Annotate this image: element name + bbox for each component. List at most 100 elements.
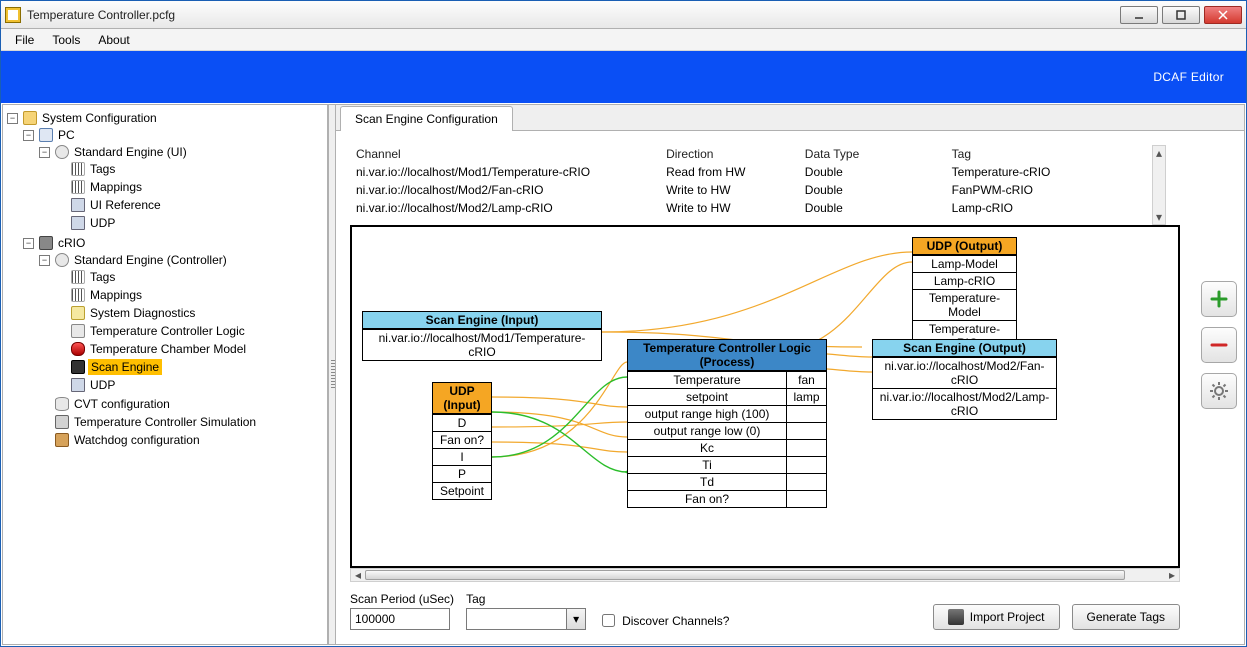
window-title: Temperature Controller.pcfg [27,8,1120,22]
block-header: UDP (Output) [913,238,1016,255]
table-row[interactable]: ni.var.io://localhost/Mod2/Fan-cRIOWrite… [350,181,1166,199]
discover-checkbox-input[interactable] [602,614,615,627]
db-icon [55,397,69,411]
titlebar[interactable]: Temperature Controller.pcfg [1,1,1246,29]
thermometer-icon [71,342,85,356]
close-button[interactable] [1204,6,1242,24]
tree-crio-engine[interactable]: −Standard Engine (Controller) [39,252,325,268]
discover-channels-checkbox[interactable]: Discover Channels? [598,611,729,630]
table-scrollbar[interactable]: ▴▾ [1152,145,1166,225]
monitor-icon [71,198,85,212]
tree-crio-sim[interactable]: Temperature Controller Simulation [39,414,325,430]
wrench-icon [71,306,85,320]
minimize-button[interactable] [1120,6,1158,24]
block-scan-input[interactable]: Scan Engine (Input) ni.var.io://localhos… [362,311,602,361]
block-process[interactable]: Temperature Controller Logic (Process) T… [627,339,827,508]
pc-icon [39,128,53,142]
remove-button[interactable] [1201,327,1237,363]
th-datatype[interactable]: Data Type [799,145,946,163]
th-channel[interactable]: Channel [350,145,660,163]
tab-body: Channel Direction Data Type Tag ni.var.i… [336,131,1244,644]
tree-crio-sysdiag[interactable]: System Diagnostics [55,305,325,321]
import-project-button[interactable]: Import Project [933,604,1060,630]
maximize-button[interactable] [1162,6,1200,24]
tree-pc[interactable]: −PC [23,127,325,143]
menu-about[interactable]: About [90,31,137,49]
watchdog-icon [55,433,69,447]
banner-title: DCAF Editor [1153,70,1224,84]
table-row[interactable]: ni.var.io://localhost/Mod1/Temperature-c… [350,163,1166,181]
tree-crio-udp[interactable]: UDP [55,377,325,393]
tree-root[interactable]: −System Configuration [7,110,325,126]
table-row[interactable]: ni.var.io://localhost/Mod2/Lamp-cRIOWrit… [350,199,1166,217]
scroll-left-icon[interactable]: ◂ [351,568,365,582]
channel-table[interactable]: Channel Direction Data Type Tag ni.var.i… [350,145,1166,217]
tree-pc-mappings[interactable]: Mappings [55,179,325,195]
tab-row: Scan Engine Configuration [336,105,1244,131]
th-direction[interactable]: Direction [660,145,799,163]
tag-label: Tag [466,592,586,606]
tag-field: Tag ▾ [466,592,586,630]
chip-icon [55,415,69,429]
menubar: File Tools About [1,29,1246,51]
settings-button[interactable] [1201,373,1237,409]
scan-period-field: Scan Period (uSec) [350,592,454,630]
bottom-controls: Scan Period (uSec) Tag ▾ Di [350,582,1180,630]
monitor-icon [71,216,85,230]
tree-crio-cvt[interactable]: CVT configuration [39,396,325,412]
content: Channel Direction Data Type Tag ni.var.i… [336,131,1194,644]
tag-input[interactable] [466,608,566,630]
tree-pane[interactable]: −System Configuration −PC −Standard Engi… [3,105,328,644]
menu-tools[interactable]: Tools [44,31,88,49]
diagram-hscroll[interactable]: ◂ ▸ [350,568,1180,582]
dots-icon [71,270,85,284]
gear-icon [1209,381,1229,401]
scan-period-input[interactable] [350,608,450,630]
scroll-down-icon[interactable]: ▾ [1153,210,1165,224]
tree-pc-tags[interactable]: Tags [55,161,325,177]
cog-icon [71,324,85,338]
diagram-canvas[interactable]: Scan Engine (Input) ni.var.io://localhos… [350,225,1180,568]
add-button[interactable] [1201,281,1237,317]
block-header: Scan Engine (Input) [363,312,601,329]
splitter[interactable] [328,105,336,644]
discover-label: Discover Channels? [622,614,729,628]
import-icon [948,609,964,625]
scroll-right-icon[interactable]: ▸ [1165,568,1179,582]
tree-crio-tags[interactable]: Tags [55,269,325,285]
block-scan-output[interactable]: Scan Engine (Output) ni.var.io://localho… [872,339,1057,420]
block-udp-input[interactable]: UDP (Input) D Fan on? I P Setpoint [432,382,492,500]
generate-tags-button[interactable]: Generate Tags [1072,604,1181,630]
tab-scan-engine[interactable]: Scan Engine Configuration [340,106,513,131]
tree-pc-udp[interactable]: UDP [55,215,325,231]
tree-crio-watchdog[interactable]: Watchdog configuration [39,432,325,448]
dots-icon [71,180,85,194]
monitor-icon [71,378,85,392]
tree-crio-model[interactable]: Temperature Chamber Model [55,341,325,357]
scroll-thumb[interactable] [365,570,1125,580]
menu-file[interactable]: File [7,31,42,49]
dots-icon [71,162,85,176]
tag-dropdown-button[interactable]: ▾ [566,608,586,630]
app-window: Temperature Controller.pcfg File Tools A… [0,0,1247,647]
tree-crio-mappings[interactable]: Mappings [55,287,325,303]
window-buttons [1120,6,1242,24]
tree-pc-uiref[interactable]: UI Reference [55,197,325,213]
block-header: Temperature Controller Logic (Process) [628,340,826,371]
table-header-row: Channel Direction Data Type Tag [350,145,1166,163]
tree-pc-engine[interactable]: −Standard Engine (UI) [39,144,325,160]
block-udp-output[interactable]: UDP (Output) Lamp-Model Lamp-cRIO Temper… [912,237,1017,352]
channel-table-wrap: Channel Direction Data Type Tag ni.var.i… [350,145,1180,225]
banner: DCAF Editor [1,51,1246,103]
gear-icon [55,253,69,267]
scroll-up-icon[interactable]: ▴ [1153,146,1165,160]
dots-icon [71,288,85,302]
th-tag[interactable]: Tag [946,145,1166,163]
block-header: Scan Engine (Output) [873,340,1056,357]
tree-crio[interactable]: −cRIO [23,235,325,251]
diagram-area: Scan Engine (Input) ni.var.io://localhos… [350,225,1180,582]
tree-crio-scan[interactable]: Scan Engine [55,359,325,375]
rio-icon [39,236,53,250]
tree-crio-logic[interactable]: Temperature Controller Logic [55,323,325,339]
scan-period-label: Scan Period (uSec) [350,592,454,606]
